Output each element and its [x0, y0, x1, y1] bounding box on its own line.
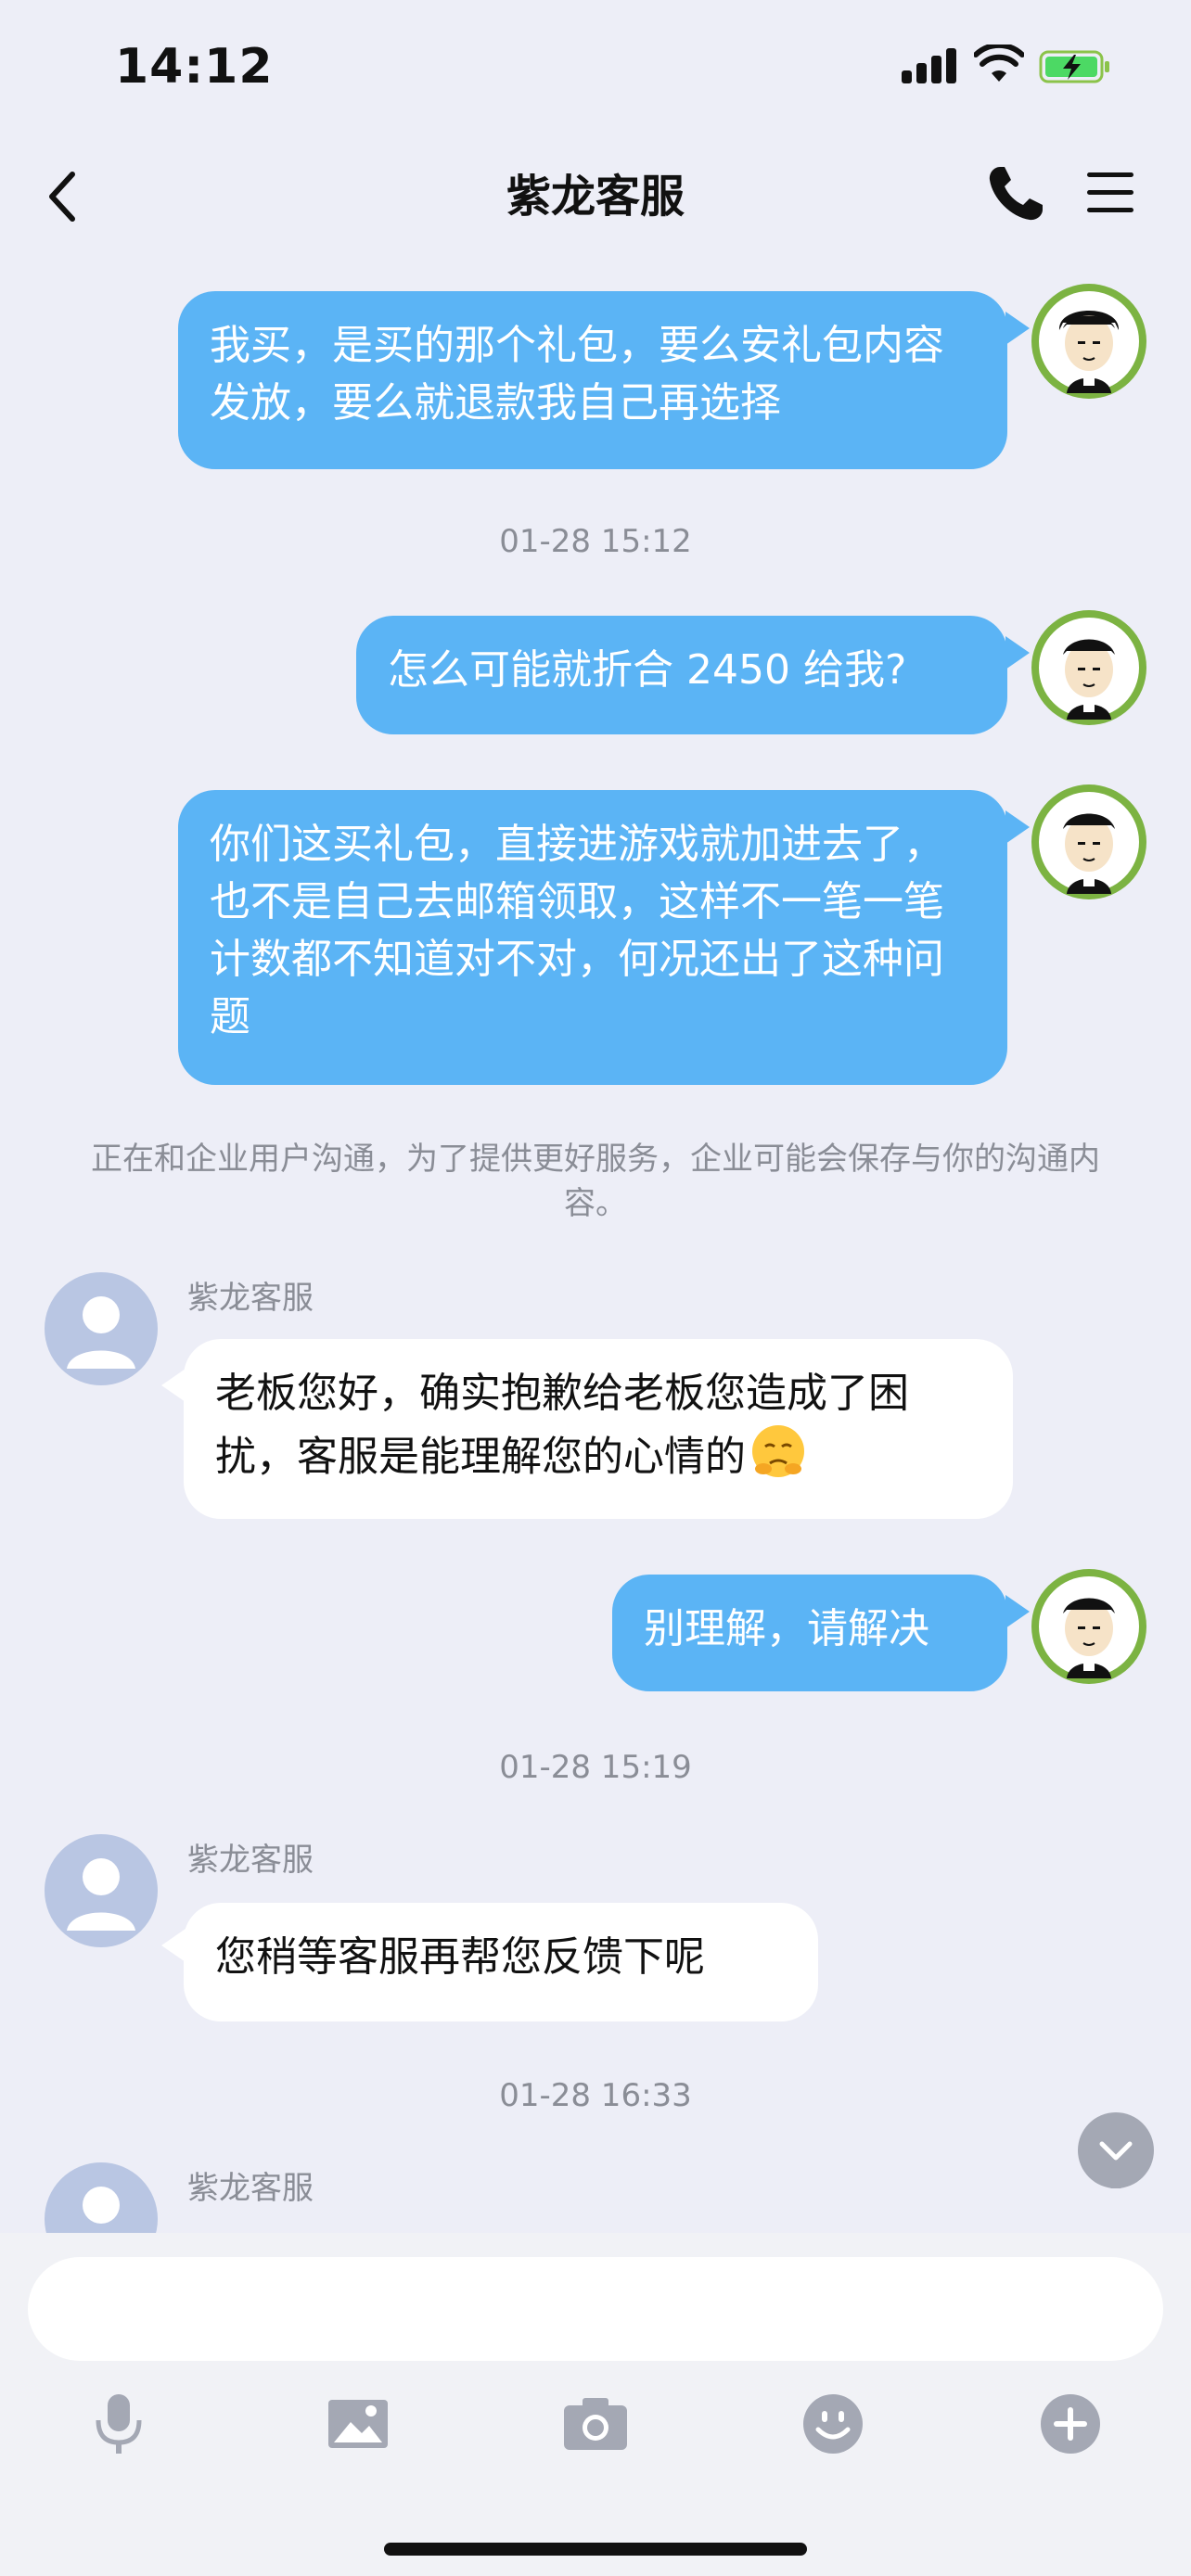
message-timestamp: 01-28 16:33	[499, 2077, 692, 2114]
wifi-icon	[974, 45, 1024, 82]
chevron-down-icon	[1099, 2141, 1133, 2194]
message-input[interactable]	[28, 2257, 1163, 2361]
status-time: 14:12	[115, 39, 274, 95]
privacy-notice: 正在和企业用户沟通，为了提供更好服务，企业可能会保存与你的沟通内容。	[91, 1141, 1100, 1222]
bubble-tail	[1005, 312, 1030, 345]
chat-screen: 14:12 紫龙客服 我买，是买的那个礼包，要么安礼包内容发放，要么就退款我自己…	[0, 0, 1191, 2576]
scroll-to-bottom-button[interactable]	[1078, 2112, 1154, 2194]
image-icon[interactable]	[325, 2391, 391, 2457]
user-avatar[interactable]	[1031, 784, 1146, 899]
sender-name: 紫龙客服	[187, 1280, 314, 1317]
incoming-message-bubble[interactable]: 老板您好，确实抱歉给老板您造成了困扰，客服是能理解您的心情的	[184, 1339, 1013, 1519]
incoming-message-bubble[interactable]: 您稍等客服再帮您反馈下呢	[184, 1903, 818, 2021]
emoji-icon[interactable]	[800, 2391, 866, 2457]
sender-name: 紫龙客服	[187, 1842, 314, 1879]
microphone-icon[interactable]	[85, 2391, 152, 2457]
message-text: 你们这买礼包，直接进游戏就加进去了，也不是自己去邮箱领取，这样不一笔一笔计数都不…	[210, 821, 944, 1040]
message-text: 别理解，请解决	[644, 1605, 929, 1652]
message-text: 我买，是买的那个礼包，要么安礼包内容发放，要么就退款我自己再选择	[210, 322, 944, 427]
message-timestamp: 01-28 15:12	[499, 523, 692, 560]
phone-call-button[interactable]	[983, 161, 1048, 226]
message-text: 您稍等客服再帮您反馈下呢	[215, 1933, 705, 1981]
bubble-tail	[1005, 636, 1030, 670]
agent-avatar[interactable]	[45, 1272, 158, 1385]
bubble-tail	[161, 1929, 186, 1962]
message-timestamp: 01-28 15:19	[499, 1749, 692, 1786]
outgoing-message-bubble[interactable]: 你们这买礼包，直接进游戏就加进去了，也不是自己去邮箱领取，这样不一笔一笔计数都不…	[178, 790, 1007, 1085]
outgoing-message-bubble[interactable]: 我买，是买的那个礼包，要么安礼包内容发放，要么就退款我自己再选择	[178, 291, 1007, 469]
bubble-tail	[1005, 810, 1030, 844]
sad-face-emoji-icon	[749, 1422, 807, 1496]
home-indicator[interactable]	[384, 2543, 807, 2556]
sender-name: 紫龙客服	[187, 2170, 314, 2207]
cellular-signal-icon	[902, 48, 959, 83]
bubble-tail	[161, 1369, 186, 1402]
outgoing-message-bubble[interactable]: 别理解，请解决	[612, 1575, 1007, 1691]
message-composer	[0, 2233, 1191, 2576]
outgoing-message-bubble[interactable]: 怎么可能就折合 2450 给我?	[356, 616, 1007, 734]
status-bar: 14:12	[0, 0, 1191, 139]
chat-header: 紫龙客服	[0, 139, 1191, 254]
user-avatar[interactable]	[1031, 284, 1146, 399]
camera-icon[interactable]	[562, 2391, 629, 2457]
battery-charging-icon	[1039, 50, 1109, 83]
bubble-tail	[1005, 1595, 1030, 1628]
agent-avatar[interactable]	[45, 1834, 158, 1947]
plus-icon[interactable]	[1037, 2391, 1104, 2457]
user-avatar[interactable]	[1031, 1569, 1146, 1684]
menu-button[interactable]	[1083, 165, 1139, 221]
message-text: 怎么可能就折合 2450 给我?	[388, 646, 907, 694]
user-avatar[interactable]	[1031, 610, 1146, 725]
